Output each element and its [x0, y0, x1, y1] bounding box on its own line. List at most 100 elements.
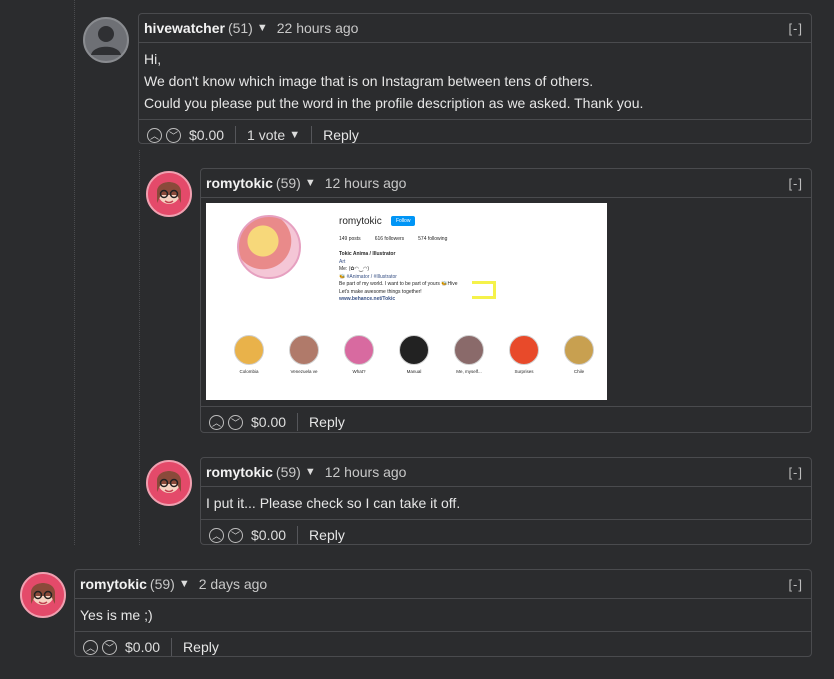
ig-bio-line: Tokic Anima / Illustrator	[339, 251, 396, 257]
caret-down-icon[interactable]: ▼	[257, 22, 268, 34]
upvote-icon[interactable]: ︿	[83, 639, 98, 655]
reputation-badge: (51)	[227, 20, 253, 36]
story-circle	[454, 335, 484, 365]
comment-card: romytokic (59) ▼ 2 days ago [-] Yes is m…	[74, 569, 812, 657]
ig-follow-button: Follow	[391, 216, 416, 226]
upvote-icon[interactable]: ︿	[209, 414, 224, 430]
ig-story: Me, myself...	[448, 335, 490, 374]
payout-value[interactable]: $0.00	[125, 639, 160, 655]
reputation-badge: (59)	[275, 464, 301, 480]
timestamp[interactable]: 22 hours ago	[277, 20, 359, 36]
yellow-highlight-mark	[472, 281, 496, 299]
story-label: Manual	[406, 369, 422, 374]
ig-story: Manual	[393, 335, 435, 374]
comment-header: romytokic (59) ▼ 12 hours ago [-]	[201, 169, 811, 198]
story-circle	[344, 335, 374, 365]
comment-body: I put it... Please check so I can take i…	[201, 487, 811, 519]
story-label: Venezuela ve	[290, 369, 318, 374]
ig-bio-link: www.behance.net/Tokic	[339, 296, 396, 302]
story-circle	[399, 335, 429, 365]
ig-story: Surprises	[503, 335, 545, 374]
upvote-icon[interactable]: ︿	[147, 127, 162, 143]
ig-story: Venezuela ve	[283, 335, 325, 374]
ig-story: Chile	[558, 335, 600, 374]
comment-footer: ︿ ﹀ $0.00 Reply	[201, 519, 811, 550]
collapse-button[interactable]: [-]	[788, 465, 803, 480]
author-name[interactable]: romytokic	[206, 464, 273, 480]
ig-story: Colombia	[228, 335, 270, 374]
ig-stats: 149 posts 616 followers 574 following	[339, 236, 447, 242]
downvote-icon[interactable]: ﹀	[102, 639, 117, 655]
embedded-screenshot[interactable]: romytokic Follow 149 posts 616 followers…	[206, 203, 607, 400]
avatar[interactable]	[20, 572, 66, 618]
payout-value[interactable]: $0.00	[189, 127, 224, 143]
reputation-badge: (59)	[275, 175, 301, 191]
comment-line: Yes is me ;)	[80, 607, 153, 623]
caret-down-icon[interactable]: ▼	[179, 578, 190, 590]
ig-bio-line: Art	[339, 258, 346, 265]
ig-posts: 149 posts	[339, 236, 361, 242]
ig-story: What?	[338, 335, 380, 374]
story-label: Surprises	[514, 369, 534, 374]
caret-down-icon[interactable]: ▼	[305, 177, 316, 189]
profile-picture	[237, 215, 301, 279]
user-avatar-icon	[22, 574, 64, 616]
vote-count[interactable]: 1 vote	[247, 127, 285, 143]
reply-button[interactable]: Reply	[309, 414, 345, 430]
collapse-button[interactable]: [-]	[788, 577, 803, 592]
comment-body: Yes is me ;)	[75, 599, 811, 631]
timestamp[interactable]: 2 days ago	[199, 576, 268, 592]
collapse-button[interactable]: [-]	[788, 21, 803, 36]
divider	[297, 413, 299, 431]
comment-line: I put it... Please check so I can take i…	[206, 495, 461, 511]
caret-down-icon[interactable]: ▼	[305, 466, 316, 478]
upvote-icon[interactable]: ︿	[209, 527, 224, 543]
ig-followers: 616 followers	[374, 236, 405, 242]
payout-value[interactable]: $0.00	[251, 527, 286, 543]
story-label: Colombia	[239, 369, 259, 374]
story-circle	[564, 335, 594, 365]
reply-button[interactable]: Reply	[323, 127, 359, 143]
comment-footer: ︿ ﹀ $0.00 1 vote ▼ Reply	[139, 119, 811, 150]
thread-line	[74, 0, 75, 545]
ig-story-highlights: Colombia Venezuela ve What? Manual Me, m…	[228, 335, 600, 374]
story-circle	[509, 335, 539, 365]
timestamp[interactable]: 12 hours ago	[325, 464, 407, 480]
author-name[interactable]: romytokic	[80, 576, 147, 592]
divider	[311, 126, 313, 144]
collapse-button[interactable]: [-]	[788, 176, 803, 191]
reply-button[interactable]: Reply	[309, 527, 345, 543]
ig-bio-line: Be part of my world. I want to be part o…	[339, 281, 458, 287]
ig-bio-line: Me: (✿◠‿◠)	[339, 266, 369, 272]
ig-bio-line: 🐝 #Animator / #Illustrator	[339, 273, 397, 280]
reputation-badge: (59)	[149, 576, 175, 592]
author-name[interactable]: hivewatcher	[144, 20, 225, 36]
comment-body: Hi, We don't know which image that is on…	[139, 43, 811, 119]
story-label: What?	[352, 369, 366, 374]
downvote-icon[interactable]: ﹀	[228, 414, 243, 430]
comment-card: romytokic (59) ▼ 12 hours ago [-] romyto…	[200, 168, 812, 433]
comment-line: We don't know which image that is on Ins…	[144, 73, 594, 89]
comment-footer: ︿ ﹀ $0.00 Reply	[201, 406, 811, 437]
payout-value[interactable]: $0.00	[251, 414, 286, 430]
divider	[171, 638, 173, 656]
downvote-icon[interactable]: ﹀	[166, 127, 181, 143]
downvote-icon[interactable]: ﹀	[228, 527, 243, 543]
avatar[interactable]	[146, 460, 192, 506]
ig-bio-line: Let's make awesome things together!	[339, 288, 422, 295]
story-label: Me, myself...	[456, 369, 482, 374]
avatar[interactable]	[83, 17, 129, 63]
timestamp[interactable]: 12 hours ago	[325, 175, 407, 191]
author-name[interactable]: romytokic	[206, 175, 273, 191]
comment-header: romytokic (59) ▼ 2 days ago [-]	[75, 570, 811, 599]
story-label: Chile	[573, 369, 585, 374]
reply-button[interactable]: Reply	[183, 639, 219, 655]
divider	[235, 126, 237, 144]
caret-down-icon[interactable]: ▼	[289, 129, 300, 141]
ig-following: 574 following	[418, 236, 448, 242]
comment-line: Hi,	[144, 51, 162, 67]
avatar[interactable]	[146, 171, 192, 217]
ig-bio: Tokic Anima / Illustrator Art Me: (✿◠‿◠)…	[339, 251, 458, 304]
comment-line: Could you please put the word in the pro…	[144, 95, 644, 111]
user-placeholder-icon	[91, 26, 121, 55]
